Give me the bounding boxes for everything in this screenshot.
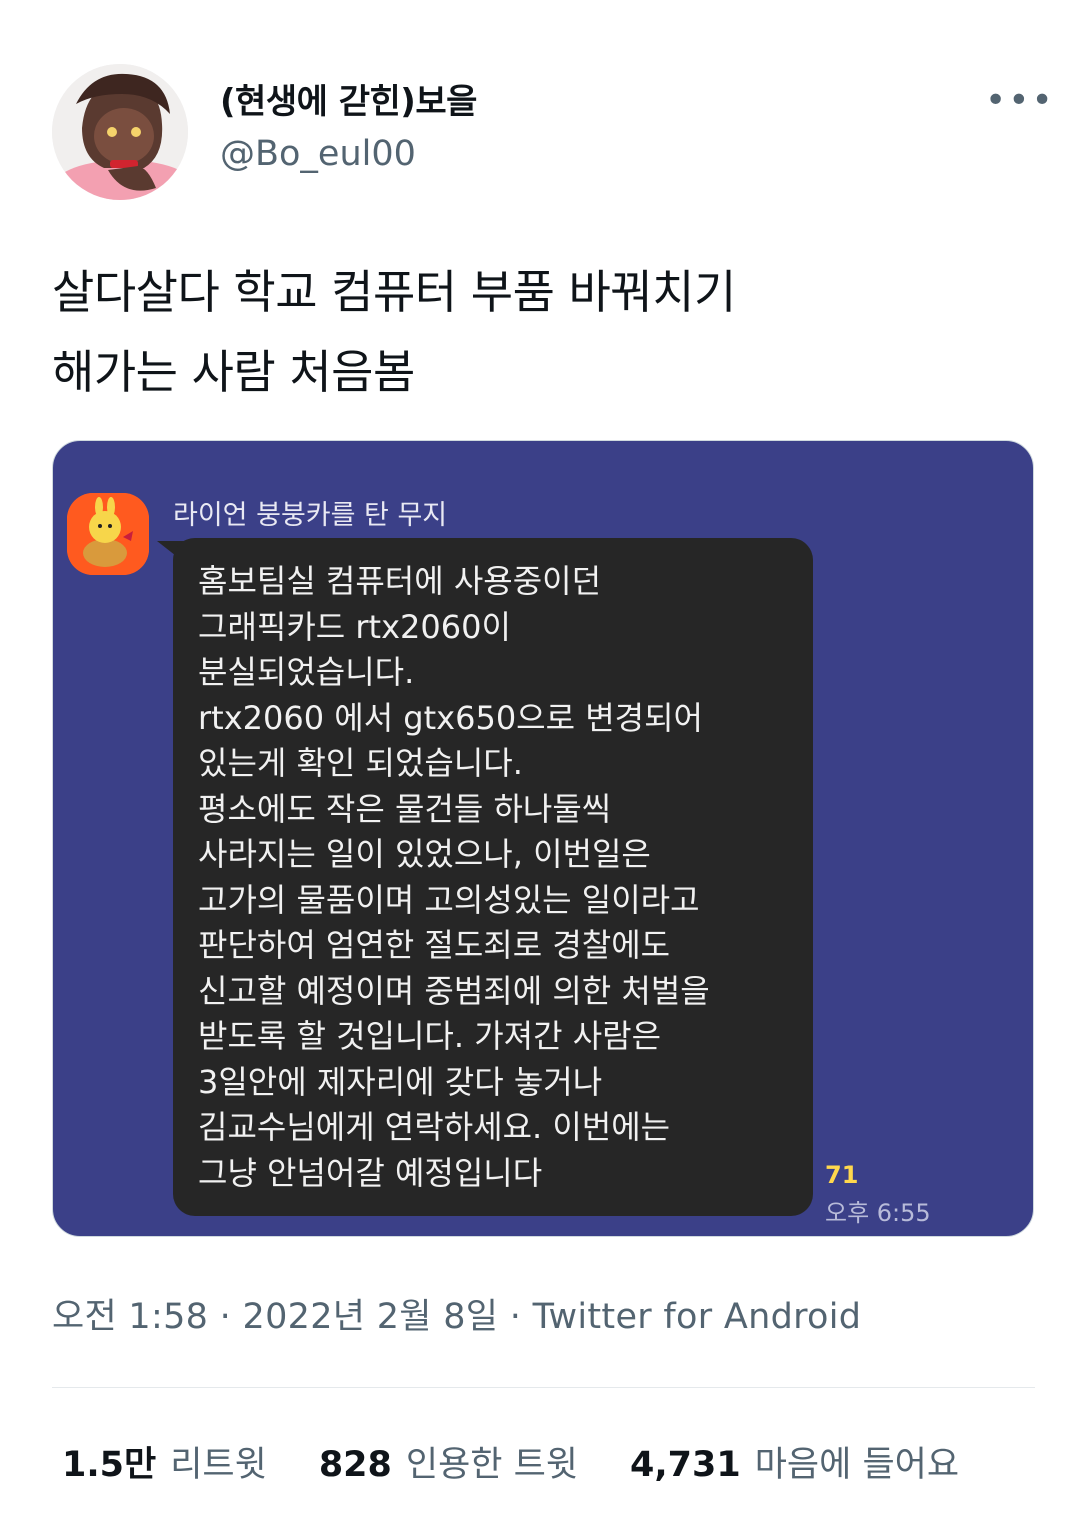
tweet-date[interactable]: 2022년 2월 8일 — [243, 1297, 499, 1337]
retweets-stat[interactable]: 1.5만 리트윗 — [62, 1436, 267, 1487]
chat-message-line: 김교수님에게 연락하세요. 이번에는 — [198, 1108, 671, 1146]
chat-message-line: 신고할 예정이며 중범죄에 의한 처벌을 — [198, 971, 710, 1010]
chat-message-line: 홈보팀실 컴퓨터에 사용중이던 — [198, 562, 602, 600]
chat-message-line: 분실되었습니다. — [198, 653, 415, 691]
quote-tweets-stat[interactable]: 828 인용한 트윗 — [319, 1436, 578, 1487]
likes-count: 4,731 — [630, 1445, 741, 1485]
chat-message-line: 평소에도 작은 물건들 하나둘씩 — [198, 789, 612, 828]
tweet-text: 살다살다 학교 컴퓨터 부품 바꿔치기 해가는 사람 처음봄 — [52, 265, 736, 399]
chat-message-line: rtx2060 에서 gtx650으로 변경되어 — [198, 698, 703, 737]
tweet-meta: 오전 1:58 · 2022년 2월 8일 · Twitter for Andr… — [52, 1288, 861, 1339]
chat-message-line: 그냥 안넘어갈 예정입니다 — [198, 1153, 543, 1192]
more-options-icon[interactable]: ••• — [985, 80, 1055, 121]
meta-separator: · — [498, 1297, 533, 1337]
author-handle[interactable]: @Bo_eul00 — [220, 134, 416, 174]
chat-unread-count: 71 — [825, 1161, 859, 1189]
tweet-media-image[interactable]: 라이언 붕붕카를 탄 무지 홈보팀실 컴퓨터에 사용중이던 그래픽카드 rtx2… — [52, 440, 1034, 1237]
chat-message-line: 받도록 할 것입니다. 가져간 사람은 — [198, 1017, 662, 1055]
chat-message-line: 고가의 물품이며 고의성있는 일이라고 — [198, 880, 700, 919]
retweets-label: 리트윗 — [170, 1445, 267, 1485]
divider — [52, 1387, 1035, 1388]
quote-tweets-count: 828 — [318, 1445, 392, 1485]
engagement-stats: 1.5만 리트윗 828 인용한 트윗 4,731 마음에 들어요 — [62, 1436, 959, 1487]
chat-message-time: 오후 6:55 — [825, 1199, 931, 1227]
chat-sender-name: 라이언 붕붕카를 탄 무지 — [173, 500, 448, 531]
avatar-illustration-icon — [52, 64, 188, 200]
chat-message-line: 그래픽카드 rtx2060이 — [198, 607, 511, 646]
likes-label: 마음에 들어요 — [754, 1445, 960, 1485]
retweets-count: 1.5만 — [62, 1445, 157, 1485]
tweet-source[interactable]: Twitter for Android — [533, 1297, 862, 1337]
likes-stat[interactable]: 4,731 마음에 들어요 — [630, 1436, 959, 1487]
tweet-time[interactable]: 오전 1:58 — [52, 1297, 208, 1337]
chat-message-text: 홈보팀실 컴퓨터에 사용중이던 그래픽카드 rtx2060이 분실되었습니다. … — [198, 559, 808, 1196]
chat-sender-avatar — [67, 493, 149, 575]
chat-message-line: 있는게 확인 되었습니다. — [198, 744, 523, 782]
author-avatar[interactable] — [52, 64, 188, 200]
meta-separator: · — [208, 1297, 243, 1337]
muzi-character-icon — [67, 493, 149, 575]
author-display-name[interactable]: (현생에 갇힌)보을 — [220, 74, 477, 123]
chat-message-line: 판단하여 엄연한 절도죄로 경찰에도 — [198, 926, 671, 964]
chat-message-line: 사라지는 일이 있었으나, 이번일은 — [198, 835, 651, 873]
chat-message-line: 3일안에 제자리에 갖다 놓거나 — [198, 1062, 603, 1101]
quote-tweets-label: 인용한 트윗 — [405, 1445, 579, 1485]
